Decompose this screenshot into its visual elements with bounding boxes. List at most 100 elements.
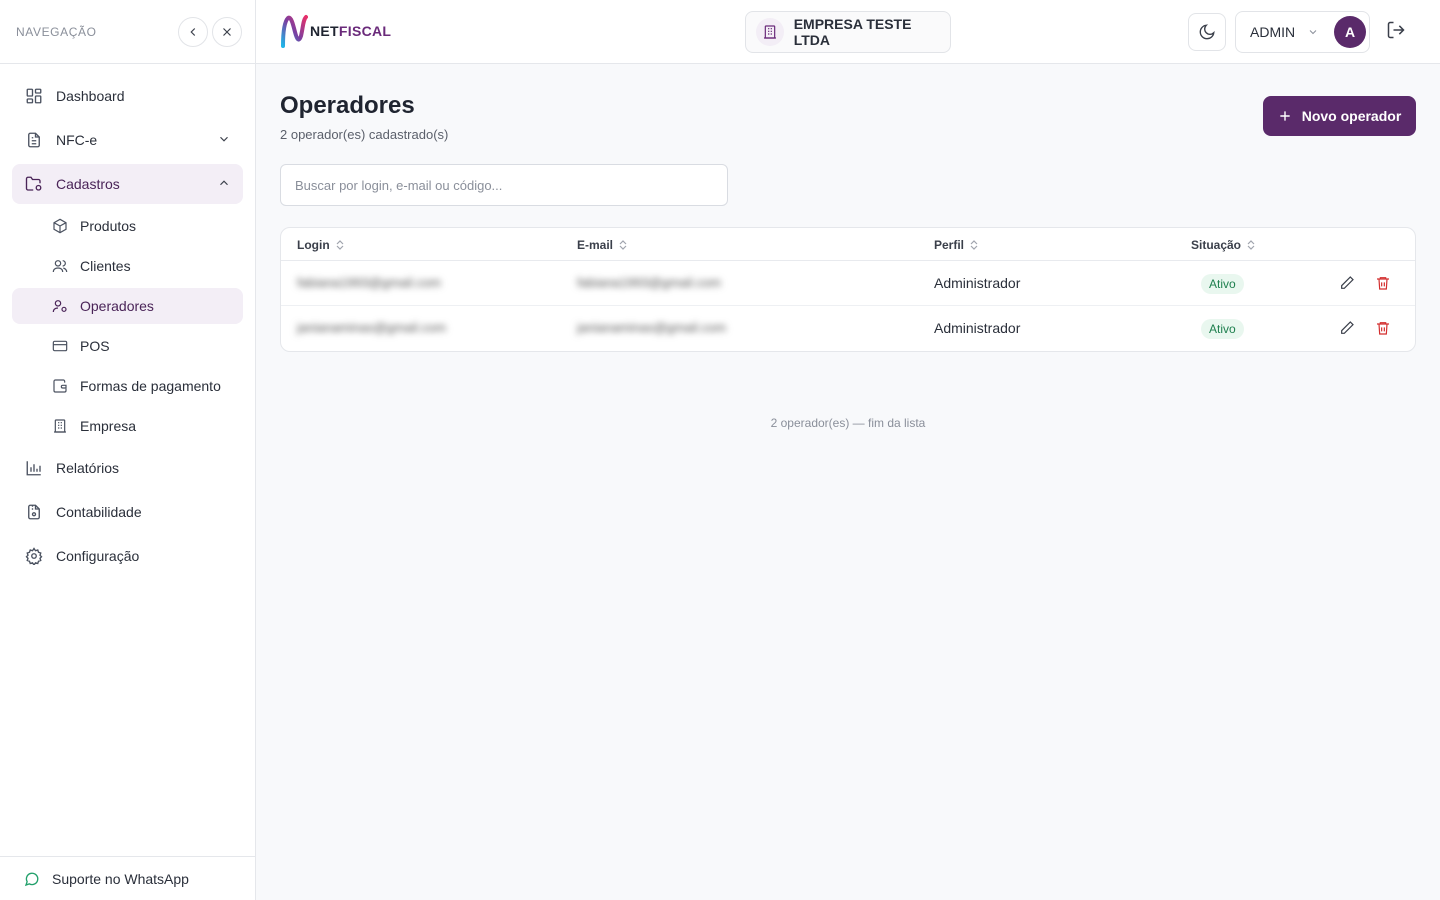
document-icon — [24, 130, 44, 150]
moon-icon — [1199, 24, 1215, 40]
gear-icon — [24, 546, 44, 566]
delete-button[interactable] — [1374, 274, 1392, 292]
new-operator-label: Novo operador — [1301, 108, 1402, 124]
company-name: EMPRESA TESTE LTDA — [793, 16, 912, 48]
sidebar-item-label: Relatórios — [56, 460, 120, 476]
sidebar-item-formas-pagamento[interactable]: Formas de pagamento — [12, 368, 243, 404]
sort-icon — [970, 240, 978, 250]
table-row[interactable]: fabiana1993@gmail.com fabiana1993@gmail.… — [281, 261, 1415, 306]
cadastros-submenu: Produtos Clientes Operadores POS Formas … — [12, 208, 243, 444]
card-icon — [52, 338, 68, 354]
sidebar-item-label: POS — [80, 338, 110, 354]
sidebar-item-label: Clientes — [80, 258, 131, 274]
sidebar-item-empresa[interactable]: Empresa — [12, 408, 243, 444]
user-key-icon — [52, 298, 68, 314]
sort-icon — [1247, 240, 1255, 250]
sort-icon — [619, 240, 627, 250]
netfiscal-logo[interactable]: NETFISCAL — [280, 14, 391, 48]
pencil-icon — [1341, 321, 1354, 334]
sidebar-item-contabilidade[interactable]: Contabilidade — [12, 492, 243, 532]
login-cell: fabiana1993@gmail.com — [297, 275, 442, 290]
delete-button[interactable] — [1374, 319, 1392, 337]
netfiscal-logo-mark — [281, 15, 308, 48]
chevron-left-icon — [190, 27, 196, 36]
trash-icon — [1377, 322, 1389, 335]
sidebar-item-label: Configuração — [56, 548, 140, 564]
collapse-sidebar-button[interactable] — [178, 16, 208, 47]
sidebar-nav: Dashboard NFC-e Cadastros Produtos Clien… — [0, 64, 255, 576]
pencil-icon — [1341, 276, 1354, 289]
status-badge: Ativo — [1201, 319, 1244, 339]
sidebar-item-label: Empresa — [80, 418, 137, 434]
status-badge: Ativo — [1201, 274, 1244, 294]
perfil-cell: Administrador — [934, 320, 1021, 336]
sidebar-item-clientes[interactable]: Clientes — [12, 248, 243, 284]
sidebar-item-label: NFC-e — [56, 132, 98, 148]
theme-toggle-button[interactable] — [1188, 13, 1226, 51]
wallet-icon — [52, 378, 68, 394]
dashboard-icon — [24, 86, 44, 106]
chevron-down-icon — [217, 132, 231, 149]
logout-icon — [1387, 21, 1405, 39]
new-operator-button[interactable]: Novo operador — [1263, 96, 1416, 136]
sidebar-item-label: Contabilidade — [56, 504, 142, 520]
sidebar-item-label: Cadastros — [56, 176, 120, 192]
email-cell: fabiana1993@gmail.com — [577, 275, 722, 290]
trash-icon — [1377, 277, 1389, 290]
logout-button[interactable] — [1386, 20, 1406, 40]
sidebar-title: NAVEGAÇÃO — [16, 24, 97, 39]
page-title: Operadores — [280, 92, 415, 119]
page-subtitle: 2 operador(es) cadastrado(s) — [280, 127, 449, 142]
email-cell: janianaminas@gmail.com — [577, 320, 727, 335]
sidebar-item-produtos[interactable]: Produtos — [12, 208, 243, 244]
topbar: NETFISCAL EMPRESA TESTE LTDA ADMIN A — [256, 0, 1440, 64]
plus-icon — [1278, 109, 1292, 123]
operators-table: Login E-mail Perfil Situação fabiana1993… — [280, 227, 1416, 352]
sidebar-item-relatorios[interactable]: Relatórios — [12, 448, 243, 488]
close-sidebar-button[interactable] — [212, 16, 242, 47]
login-cell: janianaminas@gmail.com — [297, 320, 447, 335]
file-lock-icon — [24, 502, 44, 522]
column-header-email[interactable]: E-mail — [577, 238, 627, 252]
sidebar-item-operadores[interactable]: Operadores — [12, 288, 243, 324]
folder-settings-icon — [24, 174, 44, 194]
whatsapp-support-link[interactable]: Suporte no WhatsApp — [0, 856, 255, 900]
company-selector[interactable]: EMPRESA TESTE LTDA — [745, 11, 951, 53]
column-header-perfil[interactable]: Perfil — [934, 238, 978, 252]
edit-button[interactable] — [1338, 274, 1356, 292]
building-icon — [756, 18, 784, 46]
user-name: ADMIN — [1250, 24, 1296, 40]
whatsapp-support-label: Suporte no WhatsApp — [52, 870, 189, 887]
close-icon — [223, 27, 231, 36]
sidebar-header: NAVEGAÇÃO — [0, 0, 255, 64]
sidebar-item-configuracao[interactable]: Configuração — [12, 536, 243, 576]
sidebar-item-label: Operadores — [80, 298, 154, 314]
bar-chart-icon — [24, 458, 44, 478]
column-header-situacao[interactable]: Situação — [1191, 238, 1255, 252]
logo-text: NETFISCAL — [310, 23, 392, 39]
chevron-up-icon — [217, 176, 231, 193]
table-header: Login E-mail Perfil Situação — [281, 228, 1415, 261]
column-header-login[interactable]: Login — [297, 238, 344, 252]
sidebar-item-label: Formas de pagamento — [80, 378, 221, 394]
sidebar-item-nfce[interactable]: NFC-e — [12, 120, 243, 160]
box-icon — [52, 218, 68, 234]
table-row[interactable]: janianaminas@gmail.com janianaminas@gmai… — [281, 306, 1415, 351]
whatsapp-icon — [24, 871, 40, 887]
user-menu-button[interactable]: ADMIN A — [1235, 11, 1370, 53]
list-end-note: 2 operador(es) — fim da lista — [770, 416, 926, 430]
sidebar-item-label: Dashboard — [56, 88, 125, 104]
sidebar-item-dashboard[interactable]: Dashboard — [12, 76, 243, 116]
edit-button[interactable] — [1338, 319, 1356, 337]
building-icon — [52, 418, 68, 434]
search-input[interactable] — [280, 164, 728, 206]
sidebar: NAVEGAÇÃO Dashboard NFC-e Cadastros Prod… — [0, 0, 256, 900]
perfil-cell: Administrador — [934, 275, 1021, 291]
avatar: A — [1334, 16, 1366, 48]
chevron-down-icon — [1307, 26, 1319, 38]
sort-icon — [336, 240, 344, 250]
sidebar-item-label: Produtos — [80, 218, 137, 234]
users-icon — [52, 258, 68, 274]
sidebar-item-cadastros[interactable]: Cadastros — [12, 164, 243, 204]
sidebar-item-pos[interactable]: POS — [12, 328, 243, 364]
